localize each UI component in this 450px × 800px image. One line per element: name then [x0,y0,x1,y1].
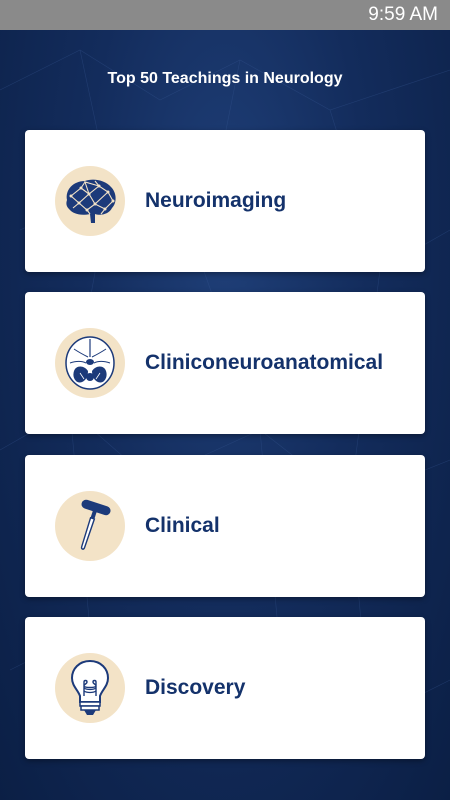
icon-circle [55,491,125,561]
icon-circle [55,653,125,723]
category-label: Clinical [145,514,220,537]
category-card-clinical[interactable]: Clinical [25,455,425,597]
category-label: Cliniconeuroanatomical [145,351,384,374]
lightbulb-icon [70,659,110,715]
reflex-hammer-icon [80,499,111,550]
category-card-neuroimaging[interactable]: Neuroimaging [25,130,425,272]
category-card-cliniconeuroanatomical[interactable]: Cliniconeuroanatomical [25,292,425,434]
skull-base-icon [65,336,115,390]
status-bar: 9:59 AM [0,0,450,30]
status-time: 9:59 AM [368,4,438,25]
icon-circle [55,166,125,236]
icon-circle [55,328,125,398]
category-label: Discovery [145,676,246,699]
brain-icon [66,179,116,223]
category-label: Neuroimaging [145,189,287,212]
page-title: Top 50 Teachings in Neurology [107,70,343,87]
category-card-discovery[interactable]: Discovery [25,617,425,759]
